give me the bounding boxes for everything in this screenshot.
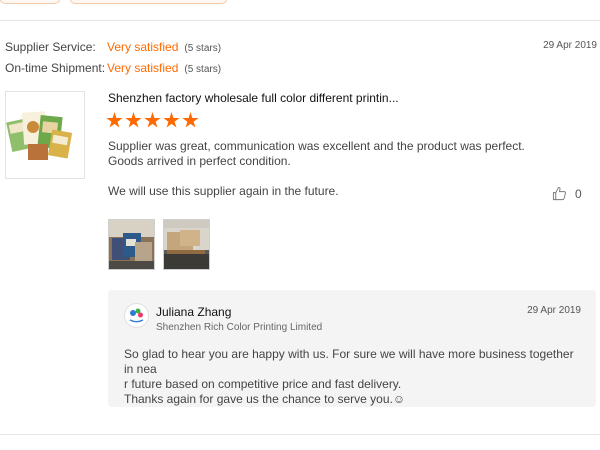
supplier-reply: Juliana Zhang Shenzhen Rich Color Printi…: [108, 290, 596, 407]
rating-row-on-time-shipment: On-time Shipment: Very satisfied (5 stars): [5, 61, 221, 75]
product-image: [6, 111, 73, 160]
top-tab-2[interactable]: [70, 0, 227, 4]
star-icon: [106, 112, 123, 128]
product-thumbnail[interactable]: [5, 91, 85, 179]
reply-author-name: Juliana Zhang: [156, 305, 232, 319]
helpful-count: 0: [575, 186, 582, 201]
thumbs-up-icon: [552, 186, 566, 201]
reply-text-line: So glad to hear you are happy with us. F…: [124, 347, 574, 376]
top-tab-strip: [0, 0, 600, 20]
rating-row-supplier-service: Supplier Service: Very satisfied (5 stars): [5, 40, 221, 54]
star-icon: [144, 112, 161, 128]
reply-text-line: r future based on competitive price and …: [124, 377, 402, 391]
rating-value: Very satisfied: [107, 40, 179, 54]
helpful-button[interactable]: 0: [552, 186, 582, 201]
attachment-thumbnail-2[interactable]: [163, 219, 210, 270]
reply-text: So glad to hear you are happy with us. F…: [124, 347, 584, 407]
reply-text-line: Thanks again for gave us the chance to s…: [124, 392, 406, 406]
company-logo-icon: [129, 308, 144, 323]
review-text-line: We will use this supplier again in the f…: [108, 184, 339, 198]
attachment-photo: [164, 220, 209, 269]
review-text: Supplier was great, communication was ex…: [108, 139, 528, 199]
divider-top: [0, 20, 600, 21]
avatar: [124, 303, 149, 328]
divider-bottom: [0, 434, 600, 435]
rating-label: Supplier Service:: [5, 40, 96, 54]
review-star-rating: [106, 112, 199, 129]
top-tab-1[interactable]: [0, 0, 60, 4]
review-text-line: Goods arrived in perfect condition.: [108, 154, 291, 168]
star-icon: [182, 112, 199, 128]
attachment-photo: [109, 220, 154, 269]
review-date: 29 Apr 2019: [543, 40, 597, 51]
star-icon: [125, 112, 142, 128]
reply-company[interactable]: Shenzhen Rich Color Printing Limited: [156, 322, 322, 333]
product-title[interactable]: Shenzhen factory wholesale full color di…: [108, 91, 399, 105]
rating-label: On-time Shipment:: [5, 61, 106, 75]
star-icon: [163, 112, 180, 128]
rating-stars-text: (5 stars): [184, 43, 222, 54]
rating-value: Very satisfied: [107, 61, 179, 75]
rating-stars-text: (5 stars): [184, 64, 222, 75]
reply-date: 29 Apr 2019: [527, 305, 581, 316]
review-text-line: Supplier was great, communication was ex…: [108, 139, 525, 153]
attachment-thumbnail-1[interactable]: [108, 219, 155, 270]
